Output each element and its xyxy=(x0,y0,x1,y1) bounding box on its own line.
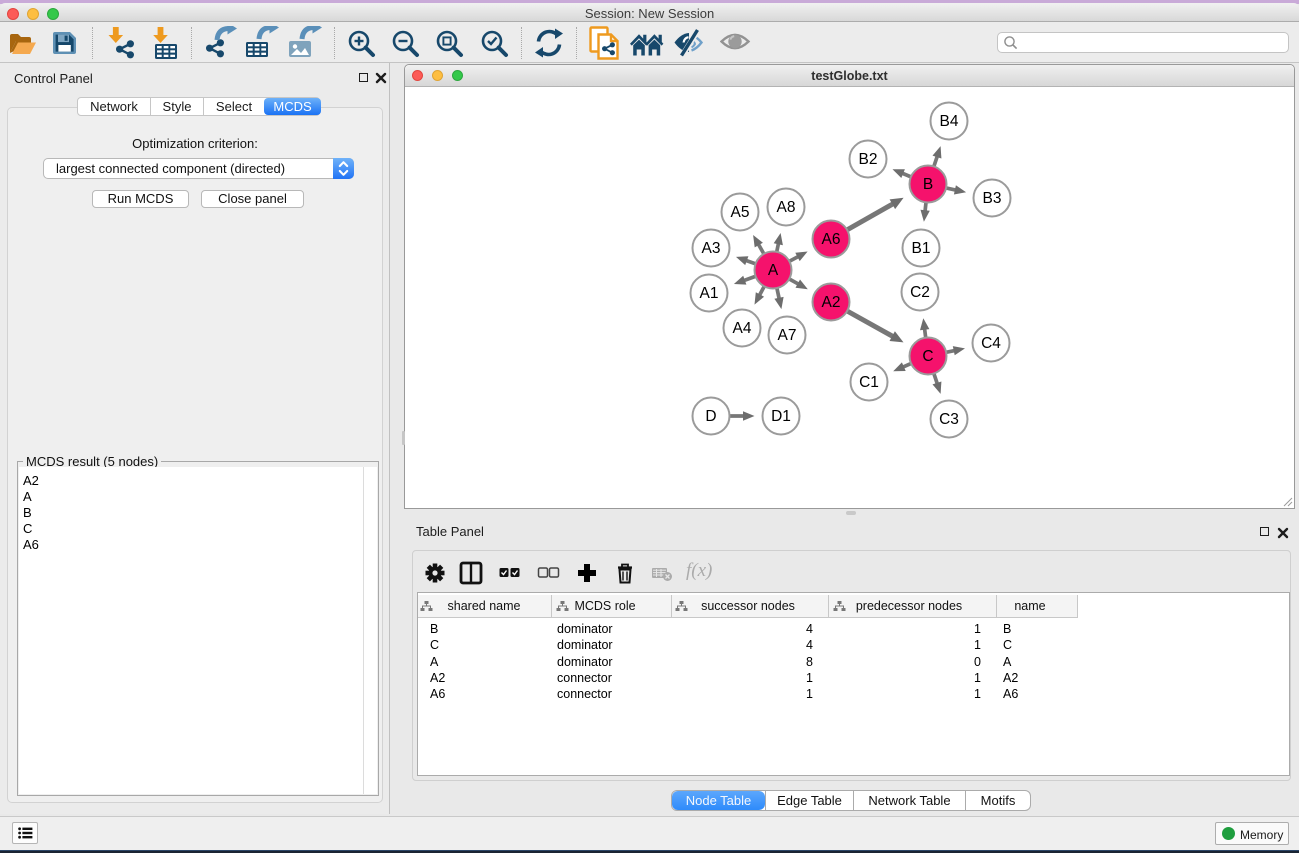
svg-text:B: B xyxy=(923,176,933,193)
svg-text:C: C xyxy=(922,348,933,365)
svg-text:D1: D1 xyxy=(771,408,791,425)
svg-text:D: D xyxy=(705,408,716,425)
svg-text:C3: C3 xyxy=(939,411,959,428)
svg-text:B1: B1 xyxy=(912,240,931,257)
svg-text:A6: A6 xyxy=(822,231,841,248)
svg-text:C2: C2 xyxy=(910,284,930,301)
svg-text:A: A xyxy=(768,262,779,279)
svg-text:B3: B3 xyxy=(983,190,1002,207)
svg-text:A2: A2 xyxy=(822,294,841,311)
svg-text:A5: A5 xyxy=(731,204,750,221)
svg-text:A8: A8 xyxy=(777,199,796,216)
svg-text:C1: C1 xyxy=(859,374,879,391)
svg-text:B4: B4 xyxy=(940,113,959,130)
svg-text:B2: B2 xyxy=(859,151,878,168)
svg-text:A1: A1 xyxy=(700,285,719,302)
svg-text:C4: C4 xyxy=(981,335,1001,352)
svg-text:A7: A7 xyxy=(778,327,797,344)
svg-text:A4: A4 xyxy=(733,320,752,337)
svg-text:A3: A3 xyxy=(702,240,721,257)
